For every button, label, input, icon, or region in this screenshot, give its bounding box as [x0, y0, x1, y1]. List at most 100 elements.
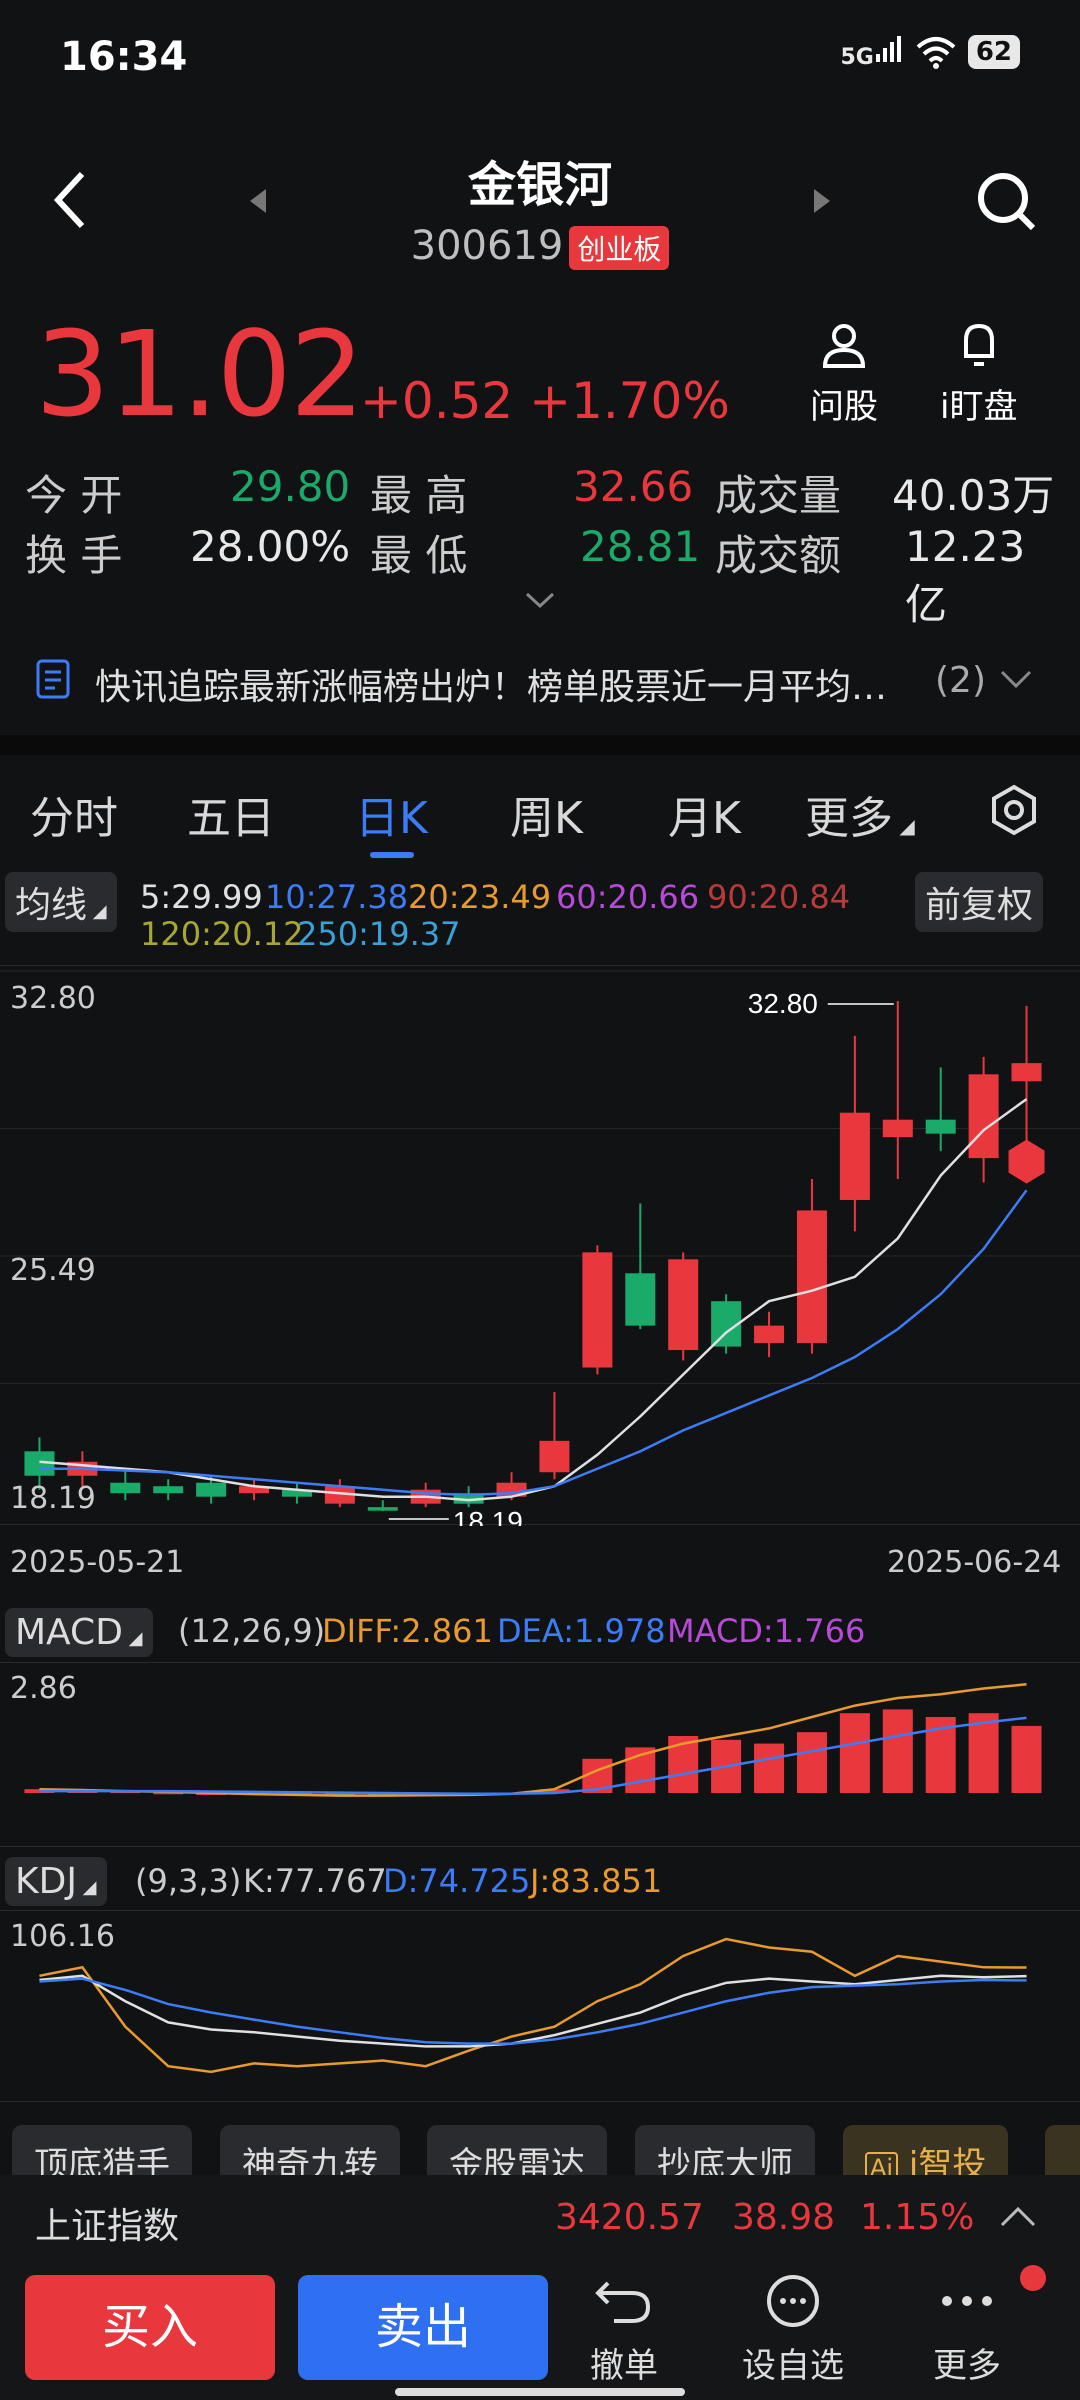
candle [796, 1210, 827, 1344]
cancel-order-button[interactable]: 撤单 [590, 2273, 658, 2387]
ma-legend-item: 250:19.37 [297, 915, 461, 953]
candle [153, 1486, 184, 1494]
stock-name: 金银河 [467, 157, 612, 213]
tab-indicator [370, 852, 414, 858]
watch-button[interactable]: i盯盘 [940, 320, 1017, 428]
quote-stats: 今 开 29.80 最 高 32.66 成交量 40.03万 换 手 28.00… [25, 462, 1065, 629]
status-time: 16:34 [60, 34, 188, 80]
tab-more[interactable]: 更多 ◢ [805, 782, 915, 846]
amount-value: 12.23亿 [905, 522, 1026, 629]
search-icon[interactable] [975, 170, 1039, 234]
tab-daily-k[interactable]: 日K [355, 782, 428, 846]
ask-stock-button[interactable]: 问股 [810, 320, 878, 428]
news-count: (2) [935, 660, 986, 701]
index-name: 上证指数 [35, 2206, 180, 2247]
status-icons: 5G 62 [840, 34, 1020, 70]
tool-ai-invest[interactable]: Ai i智投 [843, 2125, 1009, 2175]
status-bar: 16:34 5G 62 [0, 0, 1080, 115]
tab-weekly-k[interactable]: 周K [510, 782, 583, 846]
board-badge: 创业板 [569, 226, 670, 270]
tab-intraday[interactable]: 分时 [30, 782, 118, 846]
candle [839, 1112, 870, 1200]
undo-icon [595, 2281, 651, 2323]
index-bar[interactable]: 上证指数 3420.57 38.98 1.15% [0, 2175, 1080, 2255]
battery-icon: 62 [967, 35, 1020, 69]
more-button[interactable]: 更多 [932, 2273, 1002, 2387]
macd-top-label: 2.86 [10, 1671, 77, 1706]
chevron-up-icon[interactable] [1000, 2205, 1036, 2227]
ai-icon: Ai [865, 2152, 899, 2175]
sell-button[interactable]: 卖出 [298, 2275, 548, 2380]
tool-stock-radar[interactable]: 金股雷达 [427, 2125, 607, 2175]
next-stock-icon[interactable] [812, 187, 832, 215]
kline-chart[interactable]: 32.80 18.19 [0, 966, 1080, 1537]
current-price: 31.02 [35, 305, 365, 443]
macd-bar [839, 1713, 870, 1793]
x-start-date: 2025-05-21 [10, 1545, 185, 1580]
news-text: 快讯追踪最新涨幅榜出炉！榜单股票近一月平均… [95, 667, 888, 708]
macd-bar [1011, 1725, 1042, 1793]
stock-header: 金银河 300619 创业板 [0, 115, 1080, 285]
notification-dot-icon [1020, 2265, 1046, 2291]
document-icon [36, 659, 70, 699]
add-watchlist-button[interactable]: 设自选 [742, 2273, 844, 2387]
open-value: 29.80 [230, 462, 351, 511]
kdj-selector[interactable]: KDJ ◢ [5, 1857, 107, 1906]
candle [367, 1507, 398, 1511]
tool-more[interactable] [1045, 2125, 1080, 2175]
index-value: 3420.57 [555, 2197, 704, 2238]
ma-legend-item: 10:27.38 [265, 878, 409, 916]
adjust-selector[interactable]: 前复权 [915, 872, 1044, 932]
kdj-chart[interactable] [0, 1911, 1080, 2103]
macd-bar [796, 1732, 827, 1793]
macd-selector[interactable]: MACD ◢ [5, 1608, 153, 1657]
macd-diff: DIFF:2.861 [322, 1612, 493, 1650]
settings-icon[interactable] [988, 784, 1040, 836]
macd-chart[interactable] [0, 1663, 1080, 1848]
kdj-panel: 106.16 [0, 1910, 1080, 2102]
candle [582, 1252, 613, 1368]
ma-selector[interactable]: 均线 ◢ [5, 872, 117, 932]
ellipsis-icon [942, 2296, 992, 2306]
high-value: 32.66 [573, 462, 694, 511]
y-tick-max: 32.80 [10, 981, 96, 1016]
kdj-k: K:77.767 [243, 1862, 387, 1900]
chevron-down-icon[interactable] [1000, 670, 1032, 690]
ma-legend-item: 120:20.12 [140, 915, 304, 953]
buy-button[interactable]: 买入 [25, 2275, 275, 2380]
buy-signal-icon [1008, 1139, 1045, 1184]
index-change: 38.98 [732, 2197, 836, 2238]
bottom-action-bar: 买入 卖出 撤单 设自选 更多 [0, 2255, 1080, 2400]
tool-nine-turn[interactable]: 神奇九转 [220, 2125, 400, 2175]
period-tabs: 分时 五日 日K 周K 月K 更多 ◢ [0, 760, 1080, 860]
macd-dea: DEA:1.978 [497, 1612, 666, 1650]
price-change: +0.52 +1.70% [360, 372, 730, 430]
candle [539, 1440, 570, 1473]
ma10-line [39, 1189, 1028, 1497]
ma-legend-item: 5:29.99 [140, 878, 263, 916]
tab-monthly-k[interactable]: 月K [668, 782, 741, 846]
tools-strip: 顶底猎手 神奇九转 金股雷达 抄底大师 Ai i智投 [0, 2125, 1080, 2175]
ma-legend-item: 20:23.49 [408, 878, 552, 916]
kdj-j: J:83.851 [530, 1862, 663, 1900]
min-price-label: 18.19 [453, 1506, 523, 1526]
tool-bottom-fishing[interactable]: 抄底大师 [635, 2125, 815, 2175]
macd-bar [882, 1709, 913, 1793]
low-value: 28.81 [580, 522, 701, 571]
news-ticker[interactable]: 快讯追踪最新涨幅榜出炉！榜单股票近一月平均… (2) [0, 640, 1080, 720]
turnover-value: 28.00% [190, 522, 351, 571]
stock-code: 300619 [410, 223, 564, 269]
bell-icon [963, 323, 994, 366]
tool-top-bottom[interactable]: 顶底猎手 [12, 2125, 192, 2175]
macd-bar [754, 1743, 785, 1793]
tab-five-day[interactable]: 五日 [187, 782, 275, 846]
kline-panel: 32.80 18.19 32.80 25.49 18.19 [0, 965, 1080, 1537]
expand-icon[interactable] [525, 590, 555, 610]
candle [925, 1119, 956, 1134]
kdj-d: D:74.725 [383, 1862, 531, 1900]
y-tick-mid: 25.49 [10, 1253, 96, 1288]
signal-icon: 5G [840, 34, 903, 70]
volume-value: 40.03万 [892, 471, 1055, 520]
macd-dea-line [39, 1716, 1027, 1796]
macd-value: MACD:1.766 [667, 1612, 866, 1650]
